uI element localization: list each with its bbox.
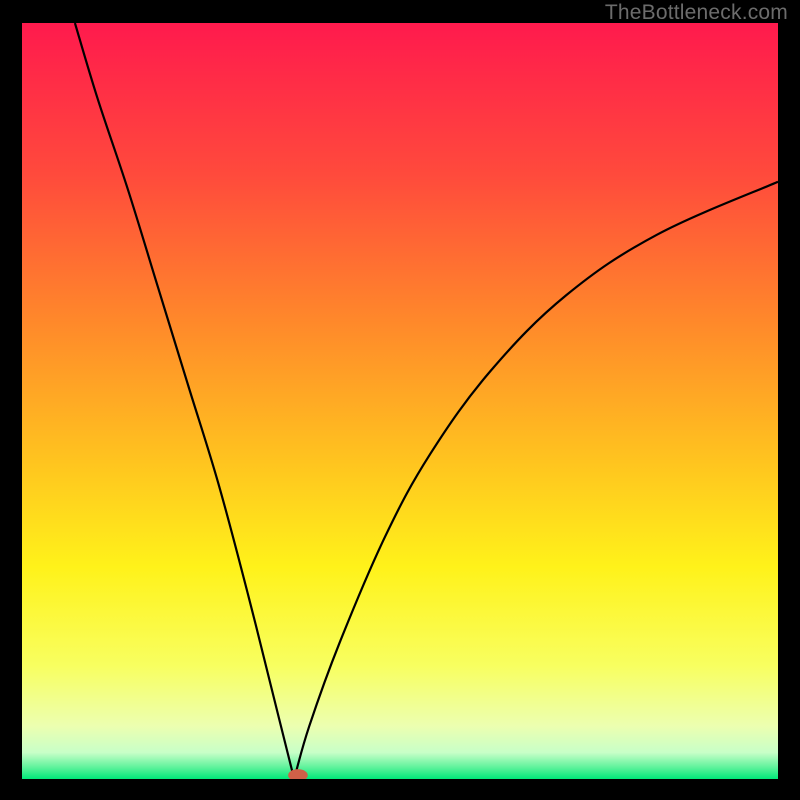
chart-background-gradient bbox=[22, 23, 778, 779]
watermark-text: TheBottleneck.com bbox=[605, 1, 788, 25]
chart-frame bbox=[22, 23, 778, 779]
